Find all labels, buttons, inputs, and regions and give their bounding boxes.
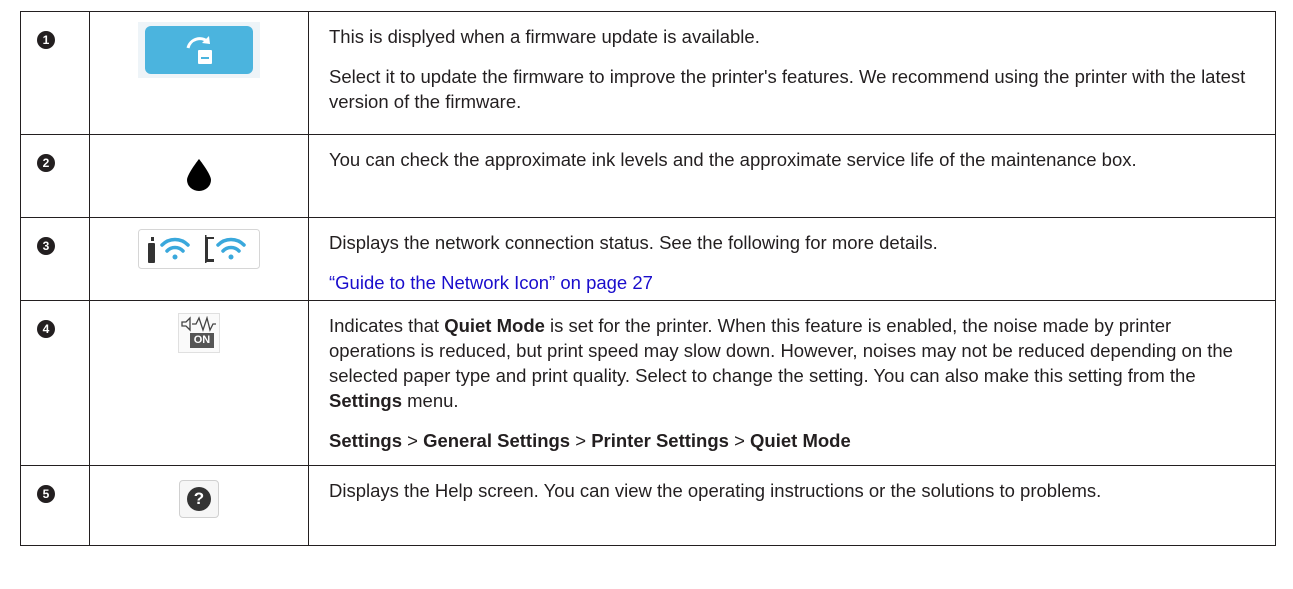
description-text: This is displyed when a firmware update … (329, 26, 760, 47)
network-icon-guide-link[interactable]: “Guide to the Network Icon” on page 27 (329, 272, 653, 293)
table-row: 4 ON Indicates that Quiet Mode is set fo… (20, 300, 1276, 466)
description-text: Displays the Help screen. You can view t… (329, 480, 1102, 501)
settings-term: Settings (329, 390, 402, 411)
on-badge: ON (190, 333, 214, 348)
help-icon[interactable]: ? (179, 480, 219, 518)
icon-guide-table: 1 This is displyed when a firmware updat… (20, 11, 1276, 546)
table-row: 5 ? Displays the Help screen. You can vi… (20, 465, 1276, 546)
menu-path: Settings > General Settings > Printer Se… (329, 430, 851, 451)
description-text: Indicates that Quiet Mode is set for the… (329, 315, 1233, 411)
quiet-mode-term: Quiet Mode (444, 315, 545, 336)
table-row: 1 This is displyed when a firmware updat… (20, 11, 1276, 135)
row-number-badge: 3 (37, 237, 55, 255)
table-row: 3 Displays the network connection status… (20, 217, 1276, 301)
description-text: You can check the approximate ink levels… (329, 149, 1137, 170)
firmware-update-icon[interactable] (138, 22, 260, 78)
row-number-badge: 1 (37, 31, 55, 49)
row-number-badge: 4 (37, 320, 55, 338)
description-text: Select it to update the firmware to impr… (329, 66, 1246, 112)
ink-drop-icon[interactable] (187, 159, 211, 191)
quiet-mode-icon[interactable]: ON (178, 313, 220, 353)
row-number-badge: 5 (37, 485, 55, 503)
row-number-badge: 2 (37, 154, 55, 172)
table-row: 2 You can check the approximate ink leve… (20, 134, 1276, 218)
network-status-icon[interactable] (138, 229, 260, 269)
description-text: Displays the network connection status. … (329, 232, 938, 253)
